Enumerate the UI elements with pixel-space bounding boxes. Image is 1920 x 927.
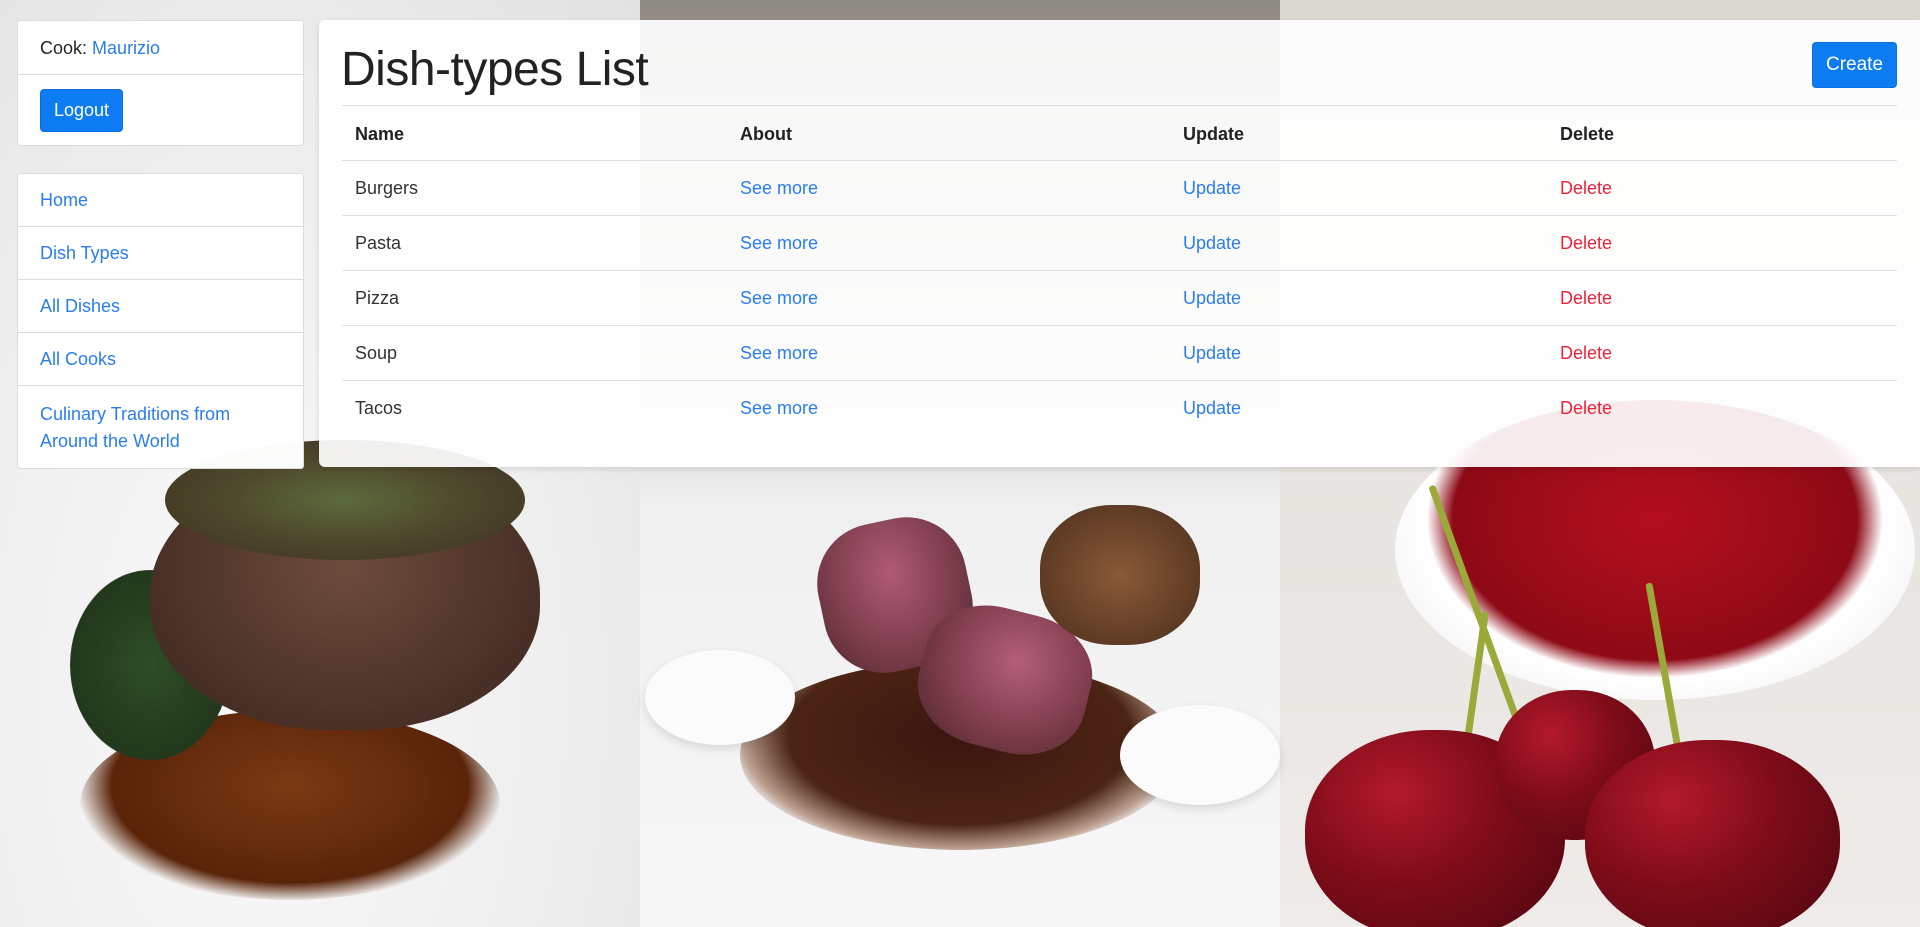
nav-item-home[interactable]: Home — [18, 174, 303, 227]
table-row: Burgers See more Update Delete — [342, 160, 1897, 216]
table-row: Soup See more Update Delete — [342, 325, 1897, 381]
table-header-row: Name About Update Delete — [342, 105, 1897, 161]
roll-shape — [1040, 505, 1200, 645]
dish-type-name: Pasta — [342, 215, 727, 271]
cook-label: Cook: — [40, 38, 88, 58]
update-link[interactable]: Update — [1183, 178, 1241, 198]
update-link[interactable]: Update — [1183, 343, 1241, 363]
cream-shape — [645, 650, 795, 745]
create-button[interactable]: Create — [1812, 42, 1898, 88]
nav-item-dish-types[interactable]: Dish Types — [18, 227, 303, 280]
dish-type-name: Tacos — [355, 398, 403, 418]
delete-link[interactable]: Delete — [1560, 398, 1612, 418]
dish-type-name: Pizza — [342, 270, 727, 326]
table-row: Pizza See more Update Delete — [342, 270, 1897, 326]
column-header-update: Update — [1170, 105, 1547, 161]
update-link[interactable]: Update — [1183, 288, 1241, 308]
nav-item-all-dishes[interactable]: All Dishes — [18, 280, 303, 333]
cherry-shape — [1585, 740, 1840, 927]
logout-button[interactable]: Logout — [40, 89, 124, 132]
dish-types-table: Name About Update Delete Burgers See mor… — [342, 105, 1897, 435]
cream-shape — [1120, 705, 1280, 805]
table-row: Pasta See more Update Delete — [342, 215, 1897, 271]
update-link[interactable]: Update — [1183, 233, 1241, 253]
delete-link[interactable]: Delete — [1560, 233, 1612, 253]
delete-link[interactable]: Delete — [1560, 288, 1612, 308]
nav-card: Home Dish Types All Dishes All Cooks Cul… — [17, 173, 304, 469]
delete-link[interactable]: Delete — [1560, 178, 1612, 198]
cook-info: Cook: Maurizio — [18, 21, 303, 75]
main-panel: Dish-types List Create Name About Update… — [319, 20, 1920, 467]
logout-row: Logout — [18, 75, 303, 145]
column-header-about: About — [727, 105, 1170, 161]
nav-list: Home Dish Types All Dishes All Cooks Cul… — [18, 174, 303, 468]
column-header-delete: Delete — [1547, 105, 1897, 161]
update-link[interactable]: Update — [1183, 398, 1241, 418]
cook-name-link[interactable]: Maurizio — [92, 38, 160, 58]
user-card: Cook: Maurizio Logout — [17, 20, 304, 146]
column-header-name: Name — [342, 105, 727, 161]
nav-item-culinary-traditions[interactable]: Culinary Traditions from Around the Worl… — [18, 386, 303, 468]
page-title: Dish-types List — [341, 43, 649, 96]
see-more-link[interactable]: See more — [740, 288, 818, 308]
see-more-link[interactable]: See more — [740, 398, 818, 418]
see-more-link[interactable]: See more — [740, 343, 818, 363]
see-more-link[interactable]: See more — [740, 178, 818, 198]
dish-type-name: Soup — [342, 325, 727, 381]
nav-item-all-cooks[interactable]: All Cooks — [18, 333, 303, 386]
dish-type-name: Burgers — [342, 160, 727, 216]
sidebar: Cook: Maurizio Logout Home Dish Types Al… — [17, 20, 304, 469]
see-more-link[interactable]: See more — [740, 233, 818, 253]
delete-link[interactable]: Delete — [1560, 343, 1612, 363]
table-row: Tacos See more Update Delete — [342, 381, 1897, 436]
